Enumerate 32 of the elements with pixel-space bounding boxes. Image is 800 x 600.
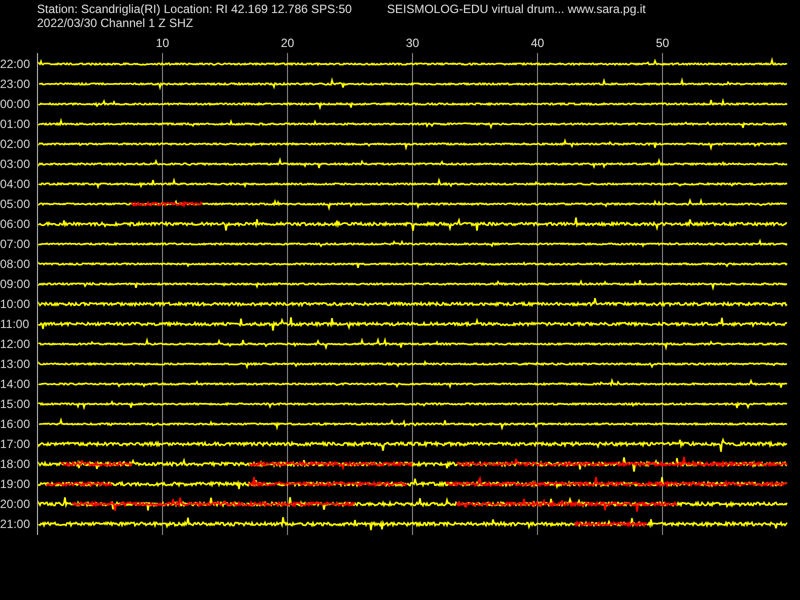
hour-label: 01:00 bbox=[0, 117, 30, 131]
hour-label: 10:00 bbox=[0, 297, 30, 311]
hour-label: 08:00 bbox=[0, 257, 30, 271]
hour-label: 09:00 bbox=[0, 277, 30, 291]
hour-label: 19:00 bbox=[0, 477, 30, 491]
minute-label: 30 bbox=[406, 36, 420, 50]
minute-label: 20 bbox=[280, 36, 294, 50]
hour-label: 17:00 bbox=[0, 437, 30, 451]
hour-label: 13:00 bbox=[0, 357, 30, 371]
hour-label: 03:00 bbox=[0, 157, 30, 171]
hour-label: 07:00 bbox=[0, 237, 30, 251]
hour-label: 11:00 bbox=[0, 317, 30, 331]
minute-label: 40 bbox=[530, 36, 544, 50]
hour-label: 23:00 bbox=[0, 77, 30, 91]
hour-label: 22:00 bbox=[0, 57, 30, 71]
station-info: Station: Scandriglia(RI) Location: RI 42.169 12.786 SPS:50 bbox=[37, 2, 353, 16]
hour-label: 02:00 bbox=[0, 137, 30, 151]
hour-label: 20:00 bbox=[0, 497, 30, 511]
hour-label: 16:00 bbox=[0, 417, 30, 431]
hour-label: 21:00 bbox=[0, 517, 30, 531]
minute-label: 50 bbox=[656, 36, 670, 50]
hour-label: 06:00 bbox=[0, 217, 30, 231]
hour-label: 04:00 bbox=[0, 177, 30, 191]
hour-label: 12:00 bbox=[0, 337, 30, 351]
hour-label: 05:00 bbox=[0, 197, 30, 211]
minute-label: 10 bbox=[156, 36, 170, 50]
hour-label: 00:00 bbox=[0, 97, 30, 111]
hour-label: 14:00 bbox=[0, 377, 30, 391]
hour-label: 15:00 bbox=[0, 397, 30, 411]
hour-label: 18:00 bbox=[0, 457, 30, 471]
date-channel: 2022/03/30 Channel 1 Z SHZ bbox=[37, 16, 194, 30]
app-title: SEISMOLOG-EDU virtual drum... www.sara.pg.it bbox=[387, 2, 646, 16]
